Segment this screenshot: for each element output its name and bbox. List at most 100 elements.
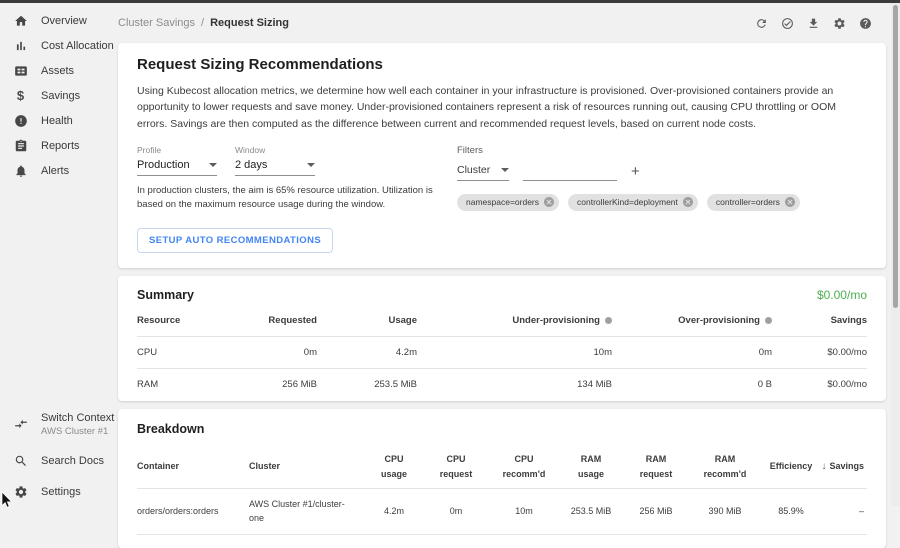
cell-savings: $0.00/mo	[772, 337, 867, 369]
column-header-cluster: Cluster	[249, 445, 365, 488]
sidebar-footer: Switch Context AWS Cluster #1 Search Doc…	[0, 407, 112, 504]
sidebar-item-alerts[interactable]: Alerts	[0, 158, 112, 183]
sidebar-item-label: Assets	[41, 65, 74, 77]
cell-cpu-request: 0m	[423, 489, 489, 535]
sidebar-item-assets[interactable]: Assets	[0, 58, 112, 83]
top-window-strip	[0, 0, 900, 3]
scrollbar-thumb[interactable]	[893, 5, 898, 308]
column-header-savings: Savings	[772, 306, 867, 337]
header-action-icons	[755, 17, 886, 30]
column-header-ram-recommended: RAMrecomm'd	[689, 445, 761, 488]
column-header-resource: Resource	[137, 306, 227, 337]
refresh-icon[interactable]	[755, 17, 768, 30]
sidebar-item-label: Cost Allocation	[41, 40, 114, 52]
sidebar-item-reports[interactable]: Reports	[0, 133, 112, 158]
info-icon[interactable]	[765, 317, 772, 324]
breadcrumb-separator: /	[201, 17, 204, 29]
sidebar-item-label: Overview	[41, 15, 87, 27]
sidebar-item-health[interactable]: Health	[0, 108, 112, 133]
summary-header-row: Resource Requested Usage Under-provision…	[137, 306, 867, 337]
filter-chip-label: controller=orders	[716, 197, 780, 207]
summary-card: Summary $0.00/mo Resource Requested Usag…	[118, 276, 886, 401]
gear-icon[interactable]	[833, 17, 846, 30]
filter-chip-label: namespace=orders	[466, 197, 539, 207]
check-circle-icon[interactable]	[781, 17, 794, 30]
breakdown-title: Breakdown	[137, 422, 867, 436]
breadcrumb-request-sizing: Request Sizing	[210, 17, 289, 29]
filter-chip: controllerKind=deployment	[568, 194, 698, 211]
column-header-cpu-usage: CPUusage	[365, 445, 423, 488]
main-content: Cluster Savings / Request Sizing Request…	[118, 3, 886, 548]
home-icon	[13, 14, 28, 28]
chevron-down-icon	[209, 163, 217, 167]
profile-window-controls: Profile Production Window 2 days	[137, 145, 455, 213]
filter-field-select[interactable]: Cluster	[457, 164, 509, 181]
sidebar: Overview Cost Allocation Assets $ Saving…	[0, 3, 112, 506]
filter-value-input[interactable]	[523, 165, 617, 181]
table-row-cpu: CPU 0m 4.2m 10m 0m $0.00/mo	[137, 337, 867, 369]
controls-row: Profile Production Window 2 days	[137, 145, 867, 213]
filter-builder-row: Cluster +	[457, 164, 800, 181]
sidebar-item-search-docs[interactable]: Search Docs	[0, 448, 112, 473]
sidebar-item-switch-context[interactable]: Switch Context AWS Cluster #1	[0, 407, 112, 441]
profile-select-label: Profile	[137, 145, 217, 155]
request-sizing-card: Request Sizing Recommendations Using Kub…	[118, 43, 886, 268]
column-header-cpu-request: CPUrequest	[423, 445, 489, 488]
swap-arrows-icon	[13, 417, 28, 431]
request-sizing-page: { "colors": { "accent_green": "#4caf50",…	[0, 0, 900, 506]
page-header: Cluster Savings / Request Sizing	[118, 3, 886, 43]
breadcrumb: Cluster Savings / Request Sizing	[118, 17, 289, 29]
cell-ram-request: 256 MiB	[623, 489, 689, 535]
column-header-efficiency: Efficiency	[761, 445, 821, 488]
cell-under-provisioning: 134 MiB	[417, 369, 612, 401]
add-filter-button[interactable]: +	[631, 164, 640, 181]
current-cluster-context: AWS Cluster #1	[41, 426, 114, 437]
profile-helper-text: In production clusters, the aim is 65% r…	[137, 184, 439, 213]
sidebar-item-cost-allocation[interactable]: Cost Allocation	[0, 33, 112, 58]
cell-usage: 4.2m	[317, 337, 417, 369]
chip-close-icon[interactable]	[543, 196, 555, 208]
chevron-down-icon	[501, 168, 509, 172]
sidebar-item-settings[interactable]: Settings	[0, 479, 112, 504]
cell-resource: CPU	[137, 337, 227, 369]
column-header-container: Container	[137, 445, 249, 488]
cell-usage: 253.5 MiB	[317, 369, 417, 401]
total-savings-value: $0.00/mo	[817, 288, 867, 302]
window-select-field: Window 2 days	[235, 145, 315, 176]
filter-chip-label: controllerKind=deployment	[577, 197, 678, 207]
dollar-icon: $	[13, 89, 28, 102]
sidebar-item-savings[interactable]: $ Savings	[0, 83, 112, 108]
cell-resource: RAM	[137, 369, 227, 401]
profile-select-field: Profile Production	[137, 145, 217, 176]
active-filter-chips: namespace=orders controllerKind=deployme…	[457, 194, 800, 211]
bar-chart-icon	[13, 39, 28, 53]
column-header-requested: Requested	[227, 306, 317, 337]
download-icon[interactable]	[807, 17, 820, 30]
sidebar-item-overview[interactable]: Overview	[0, 8, 112, 33]
cell-requested: 256 MiB	[227, 369, 317, 401]
cell-ram-usage: 253.5 MiB	[559, 489, 623, 535]
search-icon	[13, 454, 28, 468]
filter-field-value: Cluster	[457, 164, 490, 176]
window-select[interactable]: 2 days	[235, 159, 315, 176]
sidebar-item-label: Savings	[41, 90, 80, 102]
profile-select[interactable]: Production	[137, 159, 217, 176]
breadcrumb-cluster-savings[interactable]: Cluster Savings	[118, 17, 195, 29]
column-header-over-provisioning: Over-provisioning	[612, 306, 772, 337]
sidebar-item-label: Health	[41, 115, 73, 127]
chip-close-icon[interactable]	[682, 196, 694, 208]
sidebar-item-label: Alerts	[41, 165, 69, 177]
breakdown-row[interactable]: orders/orders:orders AWS Cluster #1/clus…	[137, 489, 867, 535]
cell-container: orders/orders:orders	[137, 489, 249, 535]
clipboard-icon	[13, 139, 28, 153]
column-header-savings-sorted[interactable]: ↓Savings	[821, 445, 867, 488]
setup-auto-recommendations-button[interactable]: SETUP AUTO RECOMMENDATIONS	[137, 228, 333, 253]
description-text: Using Kubecost allocation metrics, we de…	[137, 83, 867, 132]
help-icon[interactable]	[859, 17, 872, 30]
cell-over-provisioning: 0 B	[612, 369, 772, 401]
breakdown-card: Breakdown Container Cluster CPUusage CPU…	[118, 409, 886, 548]
column-header-usage: Usage	[317, 306, 417, 337]
bell-icon	[13, 164, 28, 178]
chip-close-icon[interactable]	[784, 196, 796, 208]
info-icon[interactable]	[605, 317, 612, 324]
